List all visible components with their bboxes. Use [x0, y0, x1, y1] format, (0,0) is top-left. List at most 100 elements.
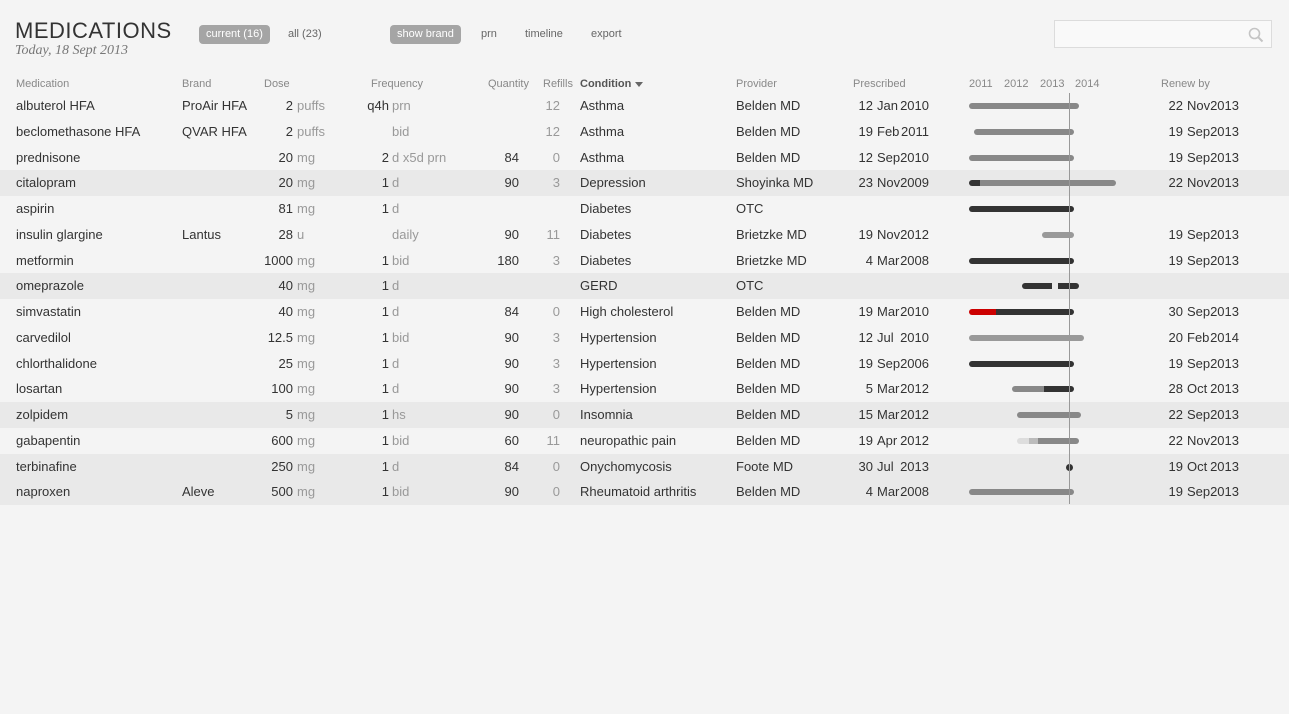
provider: Belden MD: [736, 123, 801, 139]
dose-amount: 2: [285, 123, 293, 139]
prescribed-day: 30: [858, 458, 873, 474]
prescribed-month: Mar: [877, 304, 900, 319]
timeline-bar[interactable]: [1029, 437, 1039, 444]
timeline-bar[interactable]: [969, 206, 1074, 212]
table-row[interactable]: losartan 100 mg 1 d 90 3 Hypertension Belden MD 5…: [0, 376, 1289, 402]
timeline-bar[interactable]: [1016, 437, 1030, 444]
table-row[interactable]: prednisone 20 mg 2 d x5d prn 84 0 Asthma Belden …: [0, 145, 1289, 171]
timeline-bar[interactable]: [974, 128, 1074, 135]
renew-day: 28: [1168, 381, 1183, 397]
timeline-bar[interactable]: [979, 180, 1117, 187]
provider: Shoyinka MD: [736, 175, 814, 191]
renew-month: Sep: [1187, 355, 1211, 371]
renew-month: Nov: [1187, 175, 1211, 191]
toggle-prn[interactable]: prn: [474, 25, 504, 44]
frequency-unit: bid: [392, 432, 410, 448]
timeline-bar[interactable]: [969, 257, 1074, 264]
dose-amount: 28: [278, 226, 293, 242]
table-row[interactable]: simvastatin 40 mg 1 d 84 0 High cholesterol Beld…: [0, 299, 1289, 325]
frequency-count: 1: [381, 484, 389, 500]
medication-name: losartan: [16, 381, 63, 397]
prescribed-year: 2012: [900, 407, 929, 422]
renew-year: [1209, 273, 1239, 299]
dose-amount: 25: [278, 355, 293, 371]
table-row[interactable]: chlorthalidone 25 mg 1 d 90 3 Hypertension Belde…: [0, 351, 1289, 377]
frequency-count: 2: [381, 149, 389, 165]
renew-day: 30: [1168, 304, 1183, 319]
filter-all[interactable]: all (23): [281, 25, 329, 44]
quantity: 84: [504, 458, 519, 474]
search-input[interactable]: [1055, 21, 1257, 47]
timeline-bar[interactable]: [969, 360, 1074, 367]
condition: Diabetes: [580, 226, 632, 242]
timeline-bar[interactable]: [969, 489, 1074, 496]
col-quantity[interactable]: Quantity: [488, 78, 529, 90]
medication-name: citalopram: [16, 175, 76, 191]
quantity: [470, 196, 519, 222]
quantity: 90: [504, 407, 519, 422]
refills: 3: [552, 175, 560, 191]
frequency-unit: hs: [392, 407, 406, 422]
col-provider[interactable]: Provider: [736, 78, 777, 90]
timeline-bar[interactable]: [995, 309, 1074, 315]
timeline-bar[interactable]: [969, 103, 1080, 109]
medication-name: prednisone: [16, 149, 81, 165]
prescribed-day: 23: [858, 175, 873, 191]
timeline-bar[interactable]: [1038, 437, 1080, 444]
timeline-bar[interactable]: [969, 309, 996, 315]
toggle-timeline[interactable]: timeline: [518, 25, 570, 44]
frequency-count: 1: [381, 355, 389, 371]
col-refills[interactable]: Refills: [543, 78, 573, 90]
col-condition[interactable]: Condition: [580, 78, 644, 90]
table-row[interactable]: albuterol HFA ProAir HFA 2 puffs q4h prn 12 Ast…: [0, 93, 1289, 119]
prescribed-day: 5: [865, 381, 873, 397]
prescribed-year: 2012: [900, 432, 929, 448]
table-row[interactable]: terbinafine 250 mg 1 d 84 0 Onychomycosis Foote …: [0, 453, 1289, 480]
table-row[interactable]: insulin glargine Lantus 28 u daily 90 11 Diabet…: [0, 222, 1289, 248]
prescribed-year: 2008: [900, 252, 929, 268]
prescribed-month: Jul: [877, 329, 894, 345]
toggle-show-brand[interactable]: show brand: [390, 25, 461, 44]
dose-unit: mg: [297, 381, 316, 397]
col-frequency[interactable]: Frequency: [371, 78, 423, 90]
prescribed-year: 2010: [900, 329, 929, 345]
table-row[interactable]: zolpidem 5 mg 1 hs 90 0 Insomnia Belden MD 15 Mar 2…: [0, 402, 1289, 428]
renew-day: 19: [1168, 226, 1183, 242]
timeline-bar[interactable]: [969, 334, 1085, 341]
table-row[interactable]: aspirin 81 mg 1 d Diabetes OTC: [0, 196, 1289, 222]
table-row[interactable]: gabapentin 600 mg 1 bid 60 11 neuropathic pain B…: [0, 428, 1289, 454]
col-prescribed[interactable]: Prescribed: [853, 78, 906, 90]
prescribed-day: 12: [858, 149, 873, 165]
renew-year: 2014: [1210, 329, 1239, 345]
dose-amount: 5: [285, 407, 293, 422]
col-dose[interactable]: Dose: [264, 78, 290, 90]
table-row[interactable]: beclomethasone HFA QVAR HFA 2 puffs bid 12 Ast…: [0, 119, 1289, 145]
col-medication[interactable]: Medication: [16, 78, 69, 90]
timeline-bar[interactable]: [1016, 412, 1081, 418]
table-row[interactable]: naproxen Aleve 500 mg 1 bid 90 0 Rheumatoid arth…: [0, 479, 1289, 506]
timeline-bar[interactable]: [969, 180, 980, 187]
timeline-bar[interactable]: [969, 154, 1074, 161]
filter-current[interactable]: current (16): [199, 25, 270, 44]
table-row[interactable]: omeprazole 40 mg 1 d GERD OTC: [0, 273, 1289, 300]
frequency-unit: bid: [392, 484, 410, 500]
refills: 0: [552, 407, 560, 422]
medication-name: beclomethasone HFA: [16, 123, 141, 139]
provider: OTC: [736, 201, 764, 216]
table-row[interactable]: metformin 1000 mg 1 bid 180 3 Diabetes Brietzke …: [0, 248, 1289, 274]
prescribed-day: 19: [858, 226, 873, 242]
timeline-bar[interactable]: [1022, 283, 1053, 290]
col-renew-by[interactable]: Renew by: [1161, 78, 1210, 90]
table-row[interactable]: carvedilol 12.5 mg 1 bid 90 3 Hypertension Belde…: [0, 325, 1289, 351]
export-button[interactable]: export: [584, 25, 629, 44]
table-row[interactable]: citalopram 20 mg 1 d 90 3 Depression Shoyinka MD…: [0, 170, 1289, 197]
col-brand[interactable]: Brand: [182, 78, 211, 90]
refills: 0: [552, 304, 560, 319]
renew-day: 22: [1168, 98, 1183, 113]
timeline-bar[interactable]: [1011, 386, 1044, 393]
medication-name: albuterol HFA: [16, 98, 95, 113]
provider: Belden MD: [736, 407, 801, 422]
dose-amount: 40: [278, 304, 293, 319]
search-icon[interactable]: [1248, 27, 1264, 43]
prescribed-month: Jul: [877, 458, 894, 474]
